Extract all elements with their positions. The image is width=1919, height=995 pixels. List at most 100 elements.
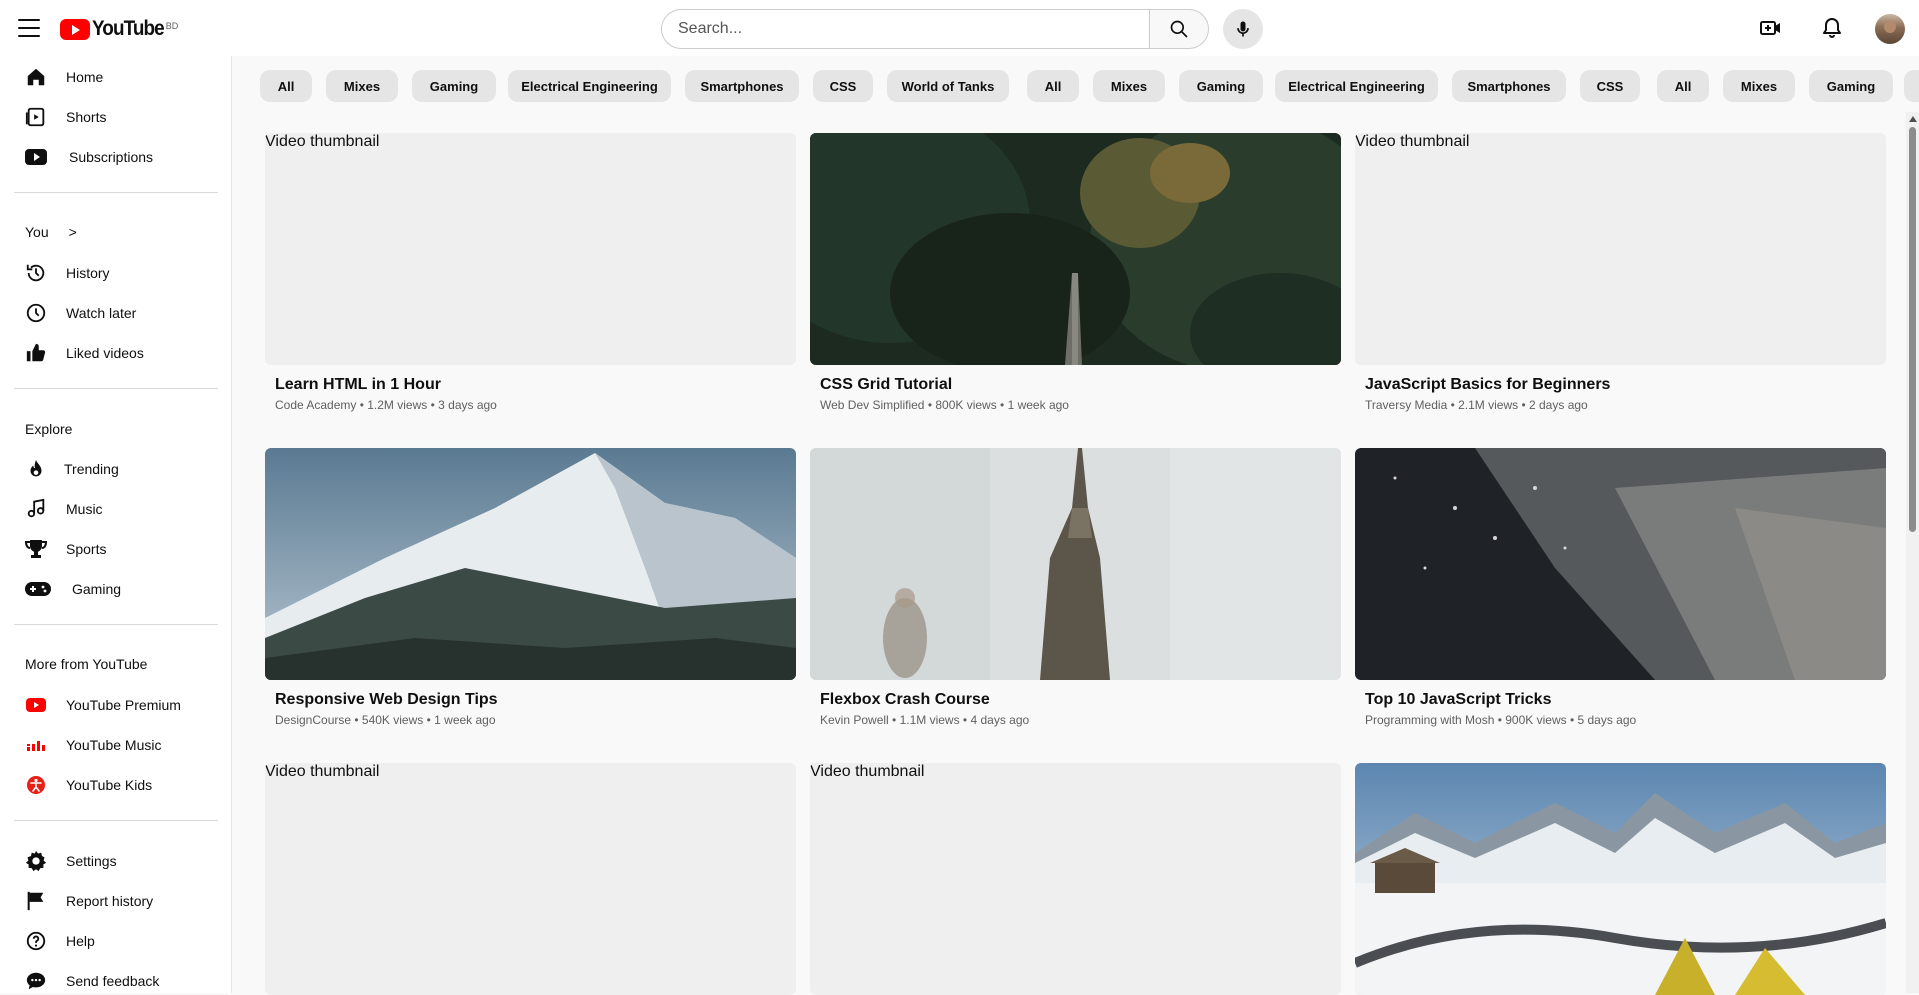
broken-image-alt: Video thumbnail (810, 763, 925, 780)
clock-icon (24, 301, 48, 325)
sidebar: Home Shorts Subscriptions You > History W… (0, 56, 232, 993)
help-icon (24, 929, 48, 953)
sidebar-item-send-feedback[interactable]: Send feedback (14, 964, 214, 993)
sidebar-item-subscriptions[interactable]: Subscriptions (14, 140, 214, 174)
chip-mixes[interactable]: Mixes (1093, 70, 1165, 102)
sidebar-divider (14, 192, 218, 193)
chip-gaming[interactable]: Gaming (1179, 70, 1263, 102)
avatar[interactable] (1875, 14, 1905, 44)
chip-electrical-engineering[interactable]: Electrical Engineering (508, 70, 671, 102)
video-card[interactable]: Video thumbnail (265, 763, 796, 995)
video-meta: Kevin Powell • 1.1M views • 4 days ago (820, 713, 1030, 727)
youtube-logo[interactable]: YouTube BD (60, 17, 178, 41)
video-card[interactable]: Video thumbnail JavaScript Basics for Be… (1355, 133, 1886, 412)
more-from-youtube-heading: More from YouTube (25, 656, 148, 672)
chip-mixes[interactable]: Mixes (1723, 70, 1795, 102)
sidebar-item-label: Send feedback (66, 973, 160, 989)
sidebar-item-trending[interactable]: Trending (14, 452, 214, 486)
sidebar-item-shorts[interactable]: Shorts (14, 100, 214, 134)
video-title[interactable]: Flexbox Crash Course (820, 691, 990, 709)
snow-camp-thumbnail-image (1355, 763, 1886, 995)
explore-section-heading: Explore (25, 421, 73, 437)
sidebar-item-gaming[interactable]: Gaming (14, 572, 214, 606)
video-title[interactable]: Top 10 JavaScript Tricks (1365, 691, 1551, 709)
sidebar-item-label: Report history (66, 893, 154, 909)
video-meta: Traversy Media • 2.1M views • 2 days ago (1365, 398, 1588, 412)
video-card[interactable]: Responsive Web Design Tips DesignCourse … (265, 448, 796, 727)
chip-gaming[interactable]: Gaming (1809, 70, 1893, 102)
you-section-heading[interactable]: You > (25, 224, 77, 240)
sidebar-item-youtube-kids[interactable]: YouTube Kids (14, 768, 214, 802)
video-card[interactable]: CSS Grid Tutorial Web Dev Simplified • 8… (810, 133, 1341, 412)
chip-css[interactable]: CSS (813, 70, 873, 102)
video-thumbnail[interactable]: Video thumbnail (265, 763, 796, 995)
broken-image-alt: Video thumbnail (1355, 133, 1470, 150)
sidebar-divider (14, 388, 218, 389)
chip-css[interactable]: CSS (1580, 70, 1640, 102)
chip-all[interactable]: All (260, 70, 312, 102)
scroll-up-arrow-icon[interactable] (1909, 116, 1917, 122)
video-card[interactable]: Flexbox Crash Course Kevin Powell • 1.1M… (810, 448, 1341, 727)
chip-gaming[interactable]: Gaming (412, 70, 496, 102)
sidebar-item-home[interactable]: Home (14, 60, 214, 94)
broken-image-alt: Video thumbnail (265, 763, 380, 780)
sidebar-item-label: History (66, 265, 110, 281)
sidebar-item-liked-videos[interactable]: Liked videos (14, 336, 214, 370)
sidebar-item-label: Home (66, 69, 104, 85)
sidebar-item-history[interactable]: History (14, 256, 214, 290)
trophy-icon (24, 537, 48, 561)
video-thumbnail[interactable]: Video thumbnail (810, 763, 1341, 995)
video-thumbnail[interactable] (1355, 763, 1886, 995)
video-thumbnail[interactable] (810, 448, 1341, 680)
music-note-icon (24, 497, 48, 521)
sidebar-item-label: YouTube Premium (66, 697, 181, 713)
notifications-button[interactable] (1820, 16, 1844, 40)
chip-world-of-tanks[interactable]: World of Tanks (887, 70, 1009, 102)
chip-mixes[interactable]: Mixes (326, 70, 398, 102)
sidebar-item-youtube-premium[interactable]: YouTube Premium (14, 688, 214, 722)
video-title[interactable]: Learn HTML in 1 Hour (275, 376, 441, 394)
sidebar-item-help[interactable]: Help (14, 924, 214, 958)
chip-smartphones[interactable]: Smartphones (685, 70, 799, 102)
video-title[interactable]: CSS Grid Tutorial (820, 376, 952, 394)
subscriptions-icon (24, 145, 48, 169)
sidebar-item-settings[interactable]: Settings (14, 844, 214, 878)
video-card[interactable]: Top 10 JavaScript Tricks Programming wit… (1355, 448, 1886, 727)
video-thumbnail[interactable]: Video thumbnail (265, 133, 796, 365)
scrollbar-thumb[interactable] (1909, 127, 1916, 532)
video-thumbnail[interactable]: Video thumbnail (1355, 133, 1886, 365)
chip-all[interactable]: All (1657, 70, 1709, 102)
feedback-icon (24, 969, 48, 993)
page-scrollbar[interactable] (1906, 112, 1919, 993)
sidebar-item-watch-later[interactable]: Watch later (14, 296, 214, 330)
sidebar-item-sports[interactable]: Sports (14, 532, 214, 566)
flag-icon (24, 889, 48, 913)
create-video-button[interactable] (1759, 16, 1783, 40)
video-card[interactable]: Video thumbnail (810, 763, 1341, 995)
chip-electrical-engineering[interactable]: Electrical Engineering (1275, 70, 1438, 102)
search-button[interactable] (1149, 9, 1209, 49)
voice-search-button[interactable] (1223, 9, 1263, 49)
video-card[interactable] (1355, 763, 1886, 995)
sidebar-item-report-history[interactable]: Report history (14, 884, 214, 918)
video-thumbnail[interactable] (265, 448, 796, 680)
sidebar-item-youtube-music[interactable]: YouTube Music (14, 728, 214, 762)
video-meta: DesignCourse • 540K views • 1 week ago (275, 713, 496, 727)
sidebar-item-label: Music (66, 501, 103, 517)
chip-all[interactable]: All (1027, 70, 1079, 102)
video-thumbnail[interactable] (1355, 448, 1886, 680)
home-icon (24, 65, 48, 89)
youtube-music-icon (24, 733, 48, 757)
video-title[interactable]: JavaScript Basics for Beginners (1365, 376, 1610, 394)
chip-smartphones[interactable]: Smartphones (1452, 70, 1566, 102)
search-bar (661, 9, 1263, 49)
video-thumbnail[interactable] (810, 133, 1341, 365)
video-card[interactable]: Video thumbnail Learn HTML in 1 Hour Cod… (265, 133, 796, 412)
top-header: YouTube BD (0, 0, 1919, 56)
menu-icon[interactable] (18, 17, 40, 39)
create-video-icon (1760, 21, 1780, 35)
sidebar-item-label: Liked videos (66, 345, 144, 361)
video-title[interactable]: Responsive Web Design Tips (275, 691, 498, 709)
search-input[interactable] (661, 9, 1149, 49)
sidebar-item-music[interactable]: Music (14, 492, 214, 526)
